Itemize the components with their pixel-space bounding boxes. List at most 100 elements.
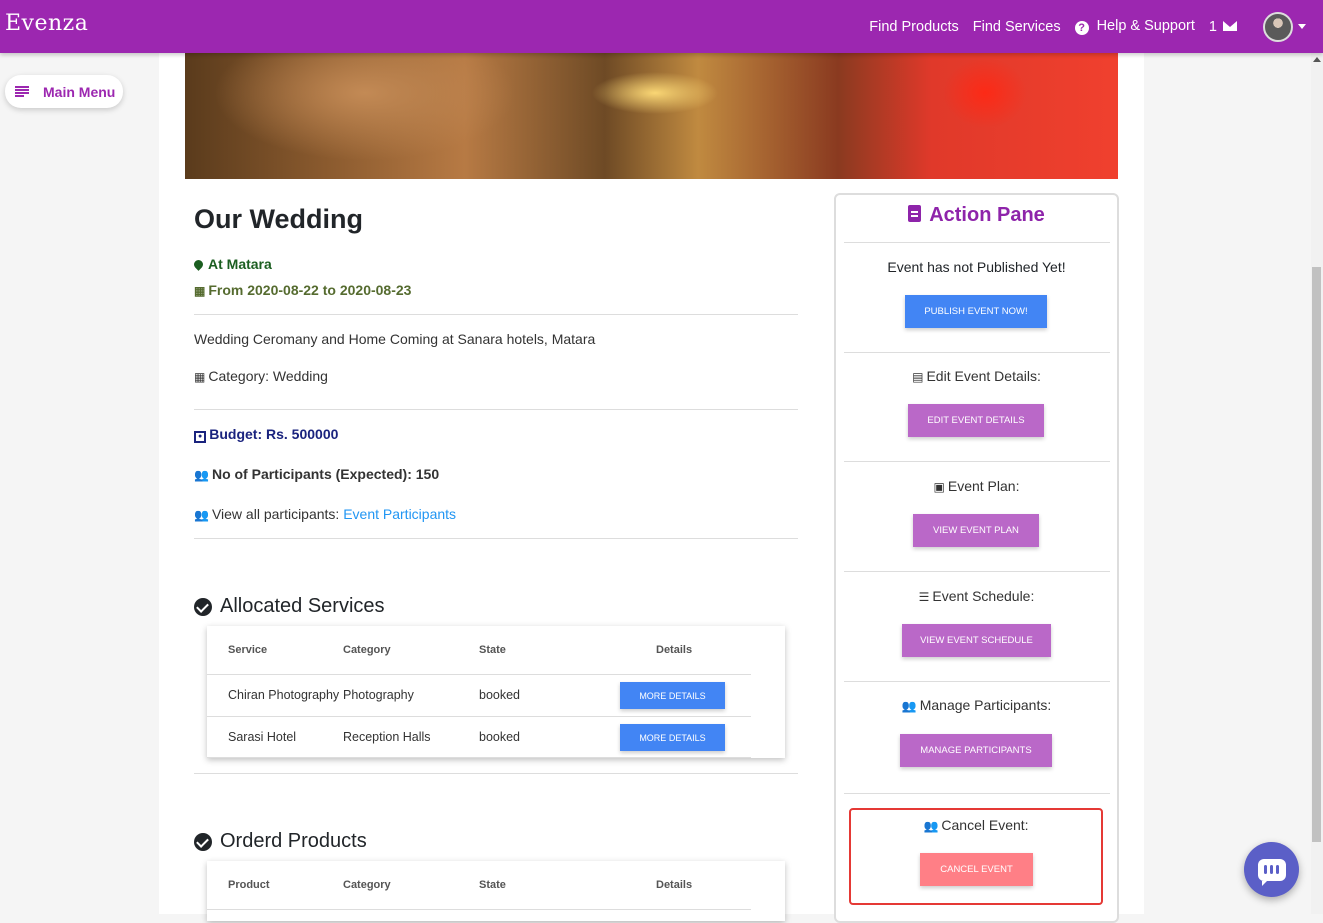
list-alt-icon: ▤ [912, 370, 924, 384]
chat-icon [1257, 858, 1286, 886]
ordered-products-heading: Orderd Products [194, 830, 367, 853]
clipboard-icon: ▣ [933, 480, 945, 494]
manage-participants-button[interactable]: Manage Participants [900, 734, 1052, 767]
ordered-products-title: Orderd Products [220, 830, 367, 852]
menu-icon [15, 86, 29, 97]
row-divider [207, 909, 751, 910]
map-marker-icon [192, 258, 205, 271]
divider [844, 461, 1110, 462]
table-cell: booked [479, 688, 521, 702]
scroll-up-arrow-icon[interactable] [1313, 57, 1321, 62]
user-avatar[interactable] [1263, 11, 1293, 42]
users-group-icon: 👥 [901, 699, 917, 713]
publish-status-text: Event has not Published Yet! [887, 259, 1066, 275]
edit-event-label: ▤ Edit Event Details: [836, 368, 1117, 384]
table-cell: Chiran Photography [228, 688, 340, 702]
divider [194, 314, 798, 315]
table-header: Category [343, 879, 391, 891]
table-cell: booked [479, 730, 521, 744]
divider [194, 538, 798, 539]
brand-logo[interactable]: Evenza [5, 11, 88, 36]
event-title: Our Wedding [194, 204, 363, 234]
divider [844, 571, 1110, 572]
table-cell: Reception Halls [343, 730, 431, 744]
event-budget: ● Budget: Rs. 500000 [194, 426, 338, 443]
event-plan-label: ▣ Event Plan: [836, 478, 1117, 494]
event-location: At Matara [192, 256, 272, 272]
view-all-participants: 👥 View all participants: Event Participan… [194, 506, 456, 522]
allocated-services-table: Service Category State Details Chiran Ph… [207, 626, 785, 758]
event-description: Wedding Ceromany and Home Coming at Sana… [194, 331, 596, 347]
divider [844, 793, 1110, 794]
manage-participants-label: 👥 Manage Participants: [836, 697, 1117, 713]
edit-event-details-button[interactable]: Edit Event Details [908, 404, 1044, 437]
publish-event-button[interactable]: Publish Event Now! [905, 295, 1047, 328]
table-header: Category [343, 644, 391, 656]
users-icon: 👥 [194, 468, 209, 482]
find-services-link[interactable]: Find Services [973, 19, 1061, 35]
event-dates-text: From 2020-08-22 to 2020-08-23 [208, 282, 412, 298]
view-event-schedule-button[interactable]: View Event Schedule [902, 624, 1051, 657]
top-navbar: Evenza Find Products Find Services ? Help… [0, 0, 1323, 53]
message-count: 1 [1208, 18, 1217, 35]
event-category-text: Category: Wedding [208, 368, 328, 384]
users-group-icon: 👥 [194, 508, 209, 522]
ordered-products-table: Product Category State Details [207, 861, 785, 921]
divider [844, 352, 1110, 353]
divider [194, 409, 798, 410]
main-menu-button[interactable]: Main Menu [5, 75, 123, 108]
users-group-icon: 👥 [923, 819, 939, 833]
tasks-icon: ☰ [918, 590, 930, 604]
table-header: State [479, 879, 506, 891]
cancel-event-label-text: Cancel Event: [941, 817, 1029, 833]
nav-links: Find Products Find Services ? Help & Supp… [869, 0, 1323, 53]
check-circle-icon [194, 597, 212, 616]
action-pane-title-text: Action Pane [929, 204, 1045, 226]
more-details-button[interactable]: More Details [620, 682, 725, 709]
table-cell: Sarasi Hotel [228, 730, 297, 744]
table-header: Details [656, 644, 693, 656]
manage-participants-label-text: Manage Participants: [919, 697, 1052, 713]
envelope-icon [1223, 20, 1237, 31]
event-plan-label-text: Event Plan: [947, 478, 1020, 494]
divider [844, 242, 1110, 243]
messages-link[interactable]: 1 [1209, 19, 1237, 35]
more-details-button[interactable]: More Details [620, 724, 725, 751]
divider [844, 681, 1110, 682]
chevron-down-icon[interactable] [1298, 24, 1306, 29]
event-participants-text: No of Participants (Expected): 150 [211, 466, 440, 482]
edit-event-label-text: Edit Event Details: [926, 368, 1041, 384]
table-header: State [479, 644, 506, 656]
event-schedule-label: ☰ Event Schedule: [836, 588, 1117, 604]
check-circle-icon [194, 832, 212, 851]
event-participants-link[interactable]: Event Participants [343, 506, 456, 522]
main-menu-label: Main Menu [43, 83, 116, 100]
money-bill-icon: ● [194, 431, 207, 443]
help-support-link[interactable]: ? Help & Support [1074, 18, 1195, 35]
question-circle-icon: ? [1074, 21, 1089, 35]
calendar-icon: ▦ [194, 284, 206, 298]
event-schedule-label-text: Event Schedule: [932, 588, 1035, 604]
event-dates: ▦ From 2020-08-22 to 2020-08-23 [194, 282, 411, 298]
row-divider [207, 674, 751, 675]
allocated-services-title: Allocated Services [220, 595, 385, 617]
event-category: ▦ Category: Wedding [194, 368, 328, 384]
table-header: Product [228, 879, 270, 891]
table-cell: Photography [343, 688, 414, 702]
table-header: Details [656, 879, 693, 891]
cancel-event-section: 👥 Cancel Event: Cancel Event [849, 808, 1103, 905]
cancel-event-label: 👥 Cancel Event: [851, 817, 1101, 833]
chat-widget-button[interactable] [1244, 842, 1299, 897]
view-event-plan-button[interactable]: View Event Plan [913, 514, 1039, 547]
cancel-event-button[interactable]: Cancel Event [920, 853, 1033, 886]
action-pane-title: Action Pane [836, 204, 1117, 227]
event-banner-image [185, 53, 1118, 179]
event-participants: 👥 No of Participants (Expected): 150 [194, 466, 439, 482]
calendar-icon: ▦ [194, 370, 206, 384]
divider [194, 773, 798, 774]
allocated-services-heading: Allocated Services [194, 595, 385, 618]
view-all-prefix: View all participants: [211, 506, 344, 522]
scrollbar-thumb[interactable] [1312, 267, 1321, 842]
find-products-link[interactable]: Find Products [869, 19, 958, 35]
row-divider [207, 757, 751, 758]
